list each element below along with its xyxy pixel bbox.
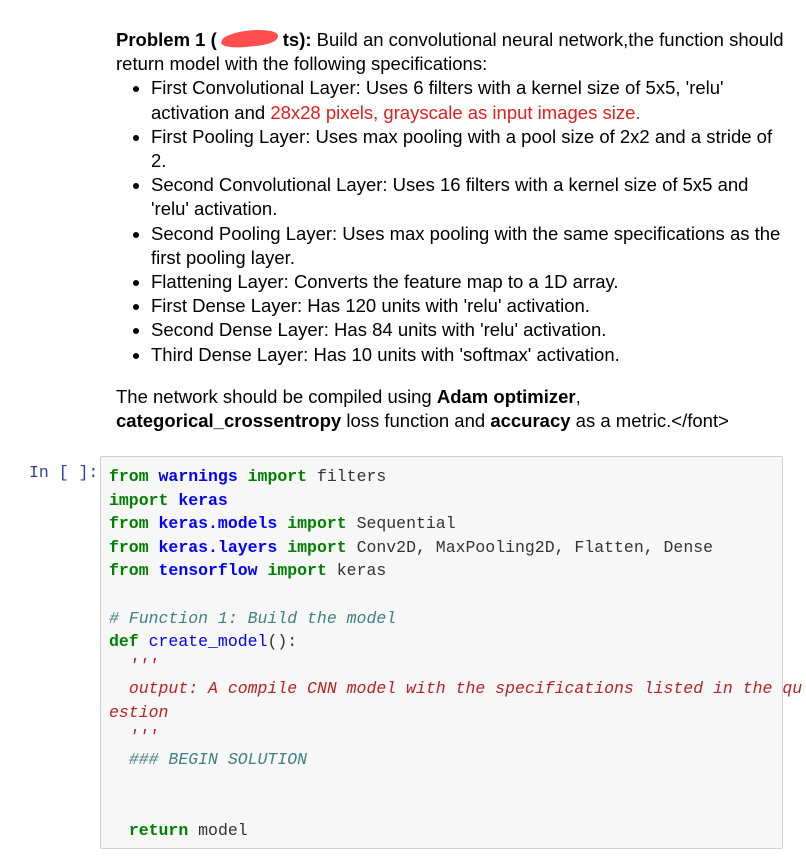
code-editor[interactable]: from warnings import filters import kera… <box>109 465 802 843</box>
code-token: (): <box>267 632 298 652</box>
t: The network should be compiled using <box>116 385 437 407</box>
code-line: from keras.models import Sequential <box>109 514 456 533</box>
optimizer: Adam optimizer <box>436 385 576 407</box>
code-token: ''' <box>128 726 159 746</box>
spec-highlight: 28x28 pixels, grayscale as input images … <box>270 101 641 123</box>
spec-text: Second Pooling Layer: Uses max pooling w… <box>151 222 781 268</box>
code-token: def <box>109 632 139 652</box>
code-token: create_model <box>148 632 268 652</box>
loss: categorical_crossentropy <box>116 410 342 432</box>
code-line: ### BEGIN SOLUTION <box>109 750 307 769</box>
spec-item: Flattening Layer: Converts the feature m… <box>151 270 786 294</box>
spec-text: Second Convolutional Layer: Uses 16 filt… <box>151 174 749 220</box>
code-token: import <box>267 561 327 581</box>
code-token: model <box>188 820 248 840</box>
code-token: Conv2D, MaxPooling2D, Flatten, Dense <box>346 537 714 557</box>
metric: accuracy <box>490 410 571 432</box>
code-line: output: A compile CNN model with the spe… <box>109 679 802 698</box>
problem-title: Problem 1 ( ts): <box>116 29 312 50</box>
cell-prompt: In [ ]: <box>29 463 99 482</box>
spec-text: Third Dense Layer: Has 10 units with 'so… <box>151 343 620 365</box>
compile-text: The network should be compiled using Ada… <box>116 385 786 433</box>
code-token: keras.layers <box>158 537 278 557</box>
code-token: keras <box>178 490 228 510</box>
code-token: from <box>109 467 149 486</box>
spec-item: Second Convolutional Layer: Uses 16 filt… <box>151 173 786 221</box>
spec-text: First Dense Layer: Has 120 units with 'r… <box>151 295 590 317</box>
code-token: import <box>247 467 308 486</box>
spec-item: First Convolutional Layer: Uses 6 filter… <box>151 76 786 124</box>
code-token: return <box>128 820 189 840</box>
code-token: import <box>287 537 347 557</box>
code-token: import <box>287 514 347 534</box>
spec-item: First Pooling Layer: Uses max pooling wi… <box>151 125 786 173</box>
code-line: from warnings import filters <box>109 467 386 486</box>
spec-text: First Pooling Layer: Uses max pooling wi… <box>151 125 773 172</box>
code-line: ''' <box>109 656 159 675</box>
code-token: tensorflow <box>158 561 258 581</box>
spec-list: First Convolutional Layer: Uses 6 filter… <box>116 76 786 366</box>
code-token: import <box>109 490 169 510</box>
spec-item: Third Dense Layer: Has 10 units with 'so… <box>151 343 786 367</box>
title-start: Problem 1 ( <box>116 29 217 50</box>
code-token: from <box>109 514 149 534</box>
code-line: return model <box>109 821 248 840</box>
code-token: keras <box>326 561 387 581</box>
code-token: output: A compile CNN model with the spe… <box>128 679 803 699</box>
code-token: from <box>109 561 149 581</box>
code-line: from keras.layers import Conv2D, MaxPool… <box>109 538 713 557</box>
t: as a metric.</font> <box>570 410 729 432</box>
code-token: estion <box>109 702 169 722</box>
code-token: filters <box>307 467 387 486</box>
code-token: ''' <box>128 655 159 675</box>
spec-text: Second Dense Layer: Has 84 units with 'r… <box>151 319 607 341</box>
code-line: # Function 1: Build the model <box>109 609 396 628</box>
code-token: # Function 1: Build the model <box>109 608 397 628</box>
code-line: estion <box>109 703 168 722</box>
title-end: ts): <box>282 29 312 50</box>
code-cell[interactable]: from warnings import filters import kera… <box>100 456 802 849</box>
code-token: Sequential <box>346 514 456 534</box>
code-token: from <box>109 537 149 557</box>
code-line: def create_model(): <box>109 632 297 651</box>
spec-item: Second Dense Layer: Has 84 units with 'r… <box>151 318 786 342</box>
spec-item: Second Pooling Layer: Uses max pooling w… <box>151 222 786 270</box>
code-token: keras.models <box>158 514 278 534</box>
code-line: from tensorflow import keras <box>109 561 386 580</box>
redaction-scribble <box>217 29 283 49</box>
code-line: ''' <box>109 727 159 746</box>
markdown-cell: Problem 1 (ts): Build an convolutional n… <box>116 28 786 433</box>
code-token: ### BEGIN SOLUTION <box>128 750 308 770</box>
problem-intro: Problem 1 (ts): Build an convolutional n… <box>116 28 786 76</box>
code-token: warnings <box>158 467 238 486</box>
t: , <box>575 385 581 407</box>
code-line: import keras <box>109 491 228 510</box>
spec-item: First Dense Layer: Has 120 units with 'r… <box>151 294 786 318</box>
t: loss function and <box>341 410 491 432</box>
spec-text: Flattening Layer: Converts the feature m… <box>151 271 619 293</box>
